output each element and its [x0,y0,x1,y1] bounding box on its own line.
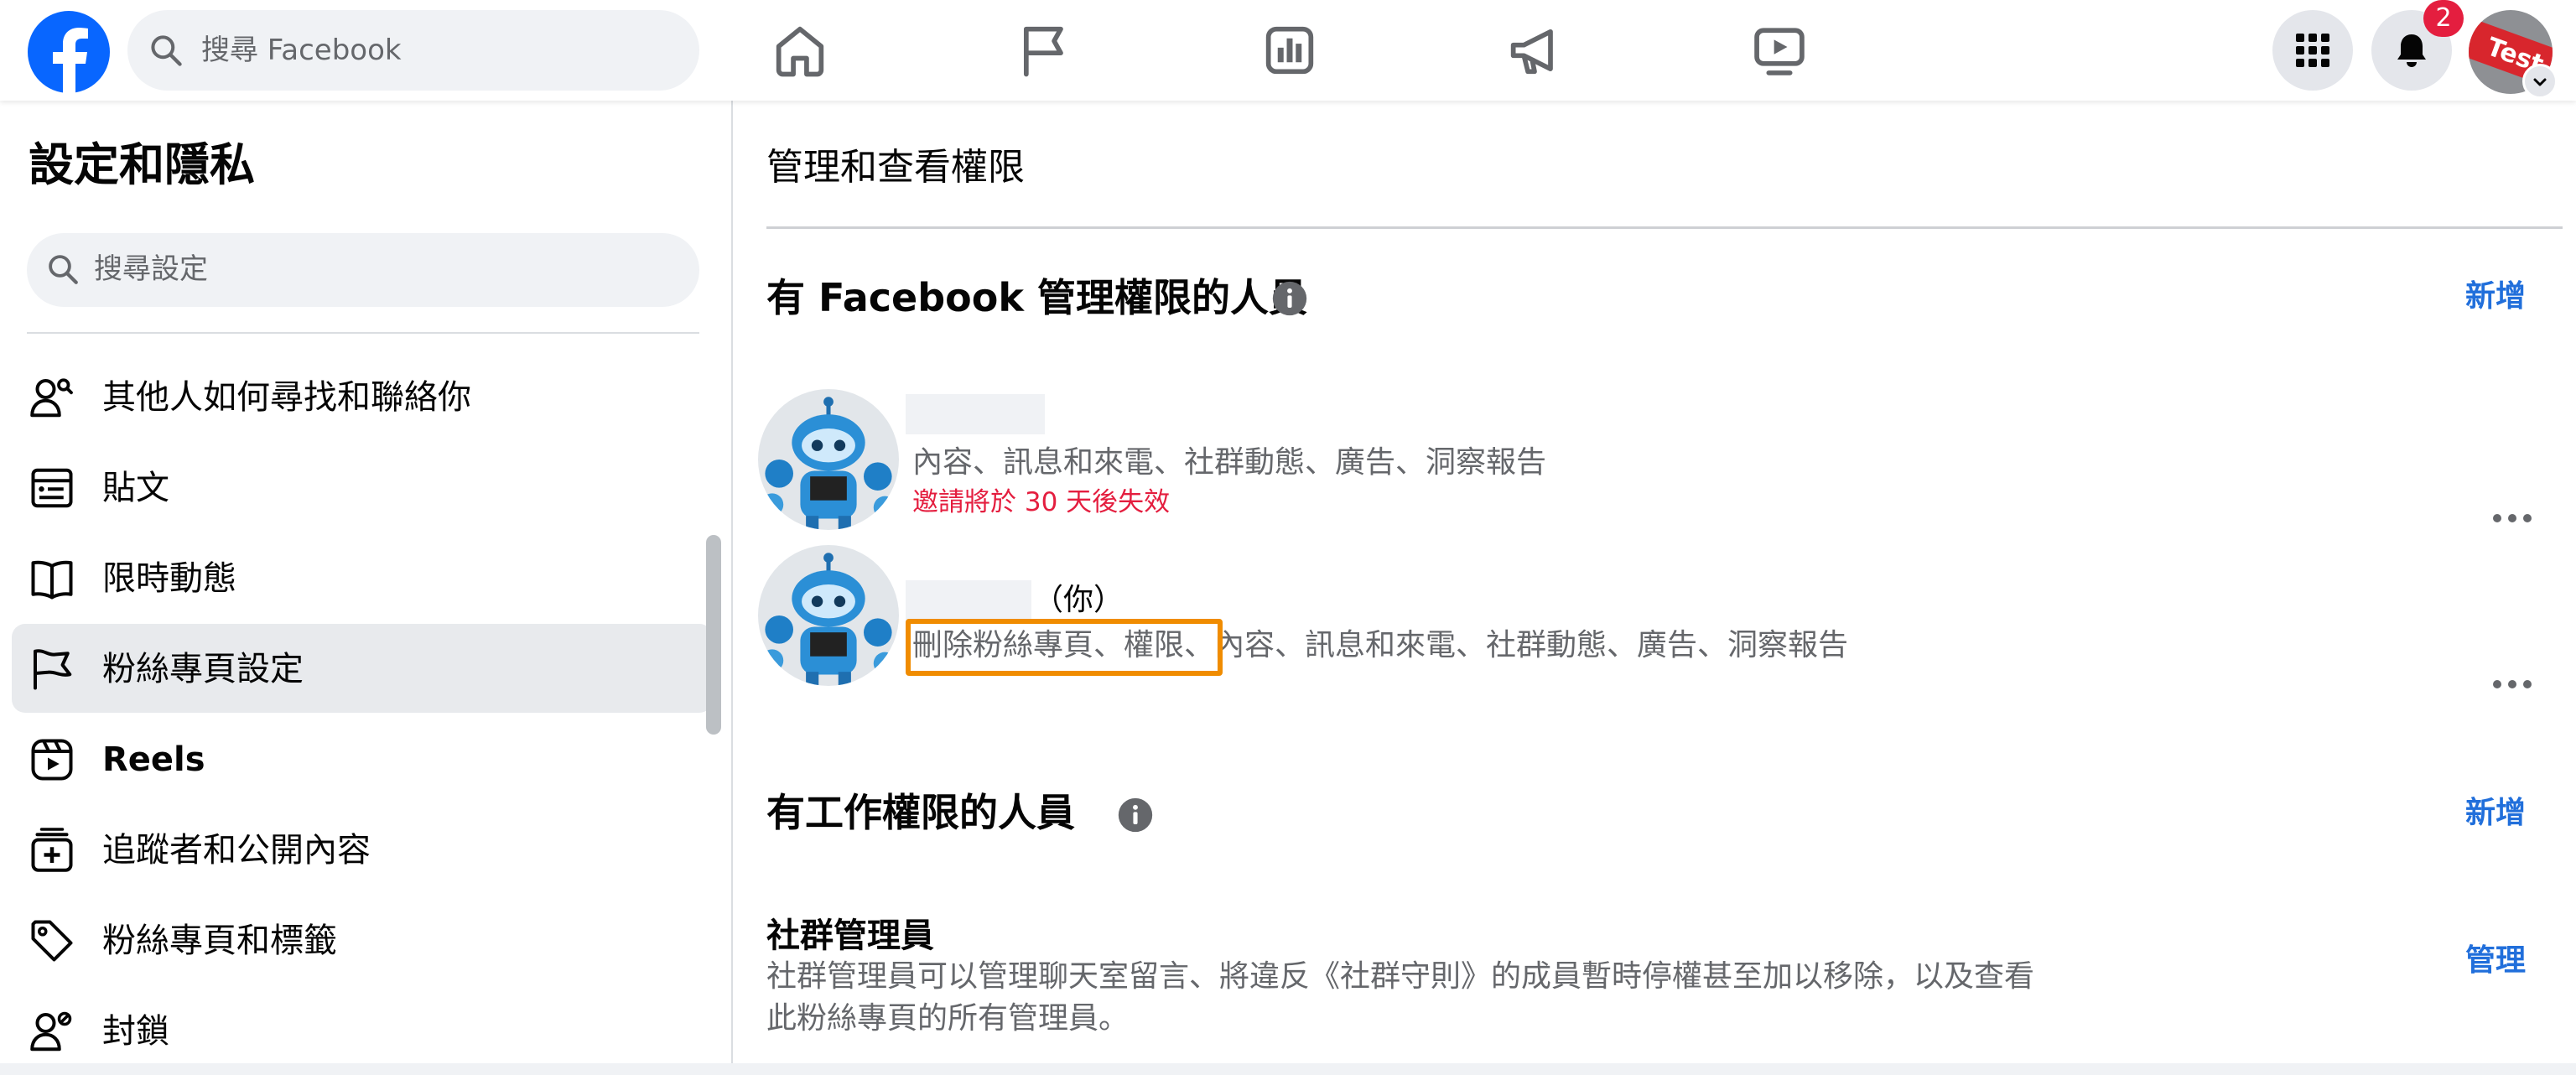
people-search-icon [30,378,73,418]
sidebar-title: 設定和隱私 [29,138,255,191]
sidebar-item-label: 粉絲專頁和標籤 [102,922,337,960]
info-icon[interactable] [1271,280,1308,317]
page-title: 管理和查看權限 [766,146,1025,189]
facebook-logo-icon[interactable] [27,10,111,94]
person-avatar [758,389,899,530]
title-divider [766,226,2563,229]
flag-icon[interactable] [1013,18,1077,82]
you-label: （你） [1033,583,1124,617]
person-name-redacted [906,580,1031,621]
home-icon[interactable] [768,18,832,82]
sidebar-item-page-settings[interactable]: 粉絲專頁設定 [12,624,713,713]
video-icon[interactable] [1748,18,1811,82]
menu-grid-icon [2296,34,2329,67]
search-icon [151,35,182,66]
bell-icon [2397,34,2426,67]
sidebar-item-label: 其他人如何尋找和聯絡你 [102,378,471,417]
flag-icon [34,649,72,690]
tag-icon [31,920,73,962]
sidebar-item-stories[interactable]: 限時動態 [12,533,713,622]
megaphone-icon[interactable] [1503,18,1566,82]
sidebar-item-label: 封鎖 [102,1012,169,1051]
sidebar-item-find-contact[interactable]: 其他人如何尋找和聯絡你 [12,352,713,441]
sidebar-item-label: 粉絲專頁設定 [102,650,304,688]
other-permissions: 、內容、訊息和來電、社群動態、廣告、洞察報告 [1184,628,1849,662]
sidebar-item-label: Reels [102,740,205,779]
block-user-icon [30,1011,72,1052]
more-options-icon[interactable] [2492,678,2532,691]
facebook-access-section-title: 有 Facebook 管理權限的人員 [766,275,1307,320]
search-icon [49,255,78,284]
search-placeholder: 搜尋 Facebook [201,34,402,67]
manage-role-button[interactable]: 管理 [2465,941,2526,981]
sidebar-item-label: 追蹤者和公開內容 [102,831,371,870]
sidebar-item-label: 限時動態 [102,559,236,598]
settings-sidebar: 設定和隱私 搜尋設定 其他人如何尋找和聯絡你 貼文 限時動態 粉絲專頁設定 Re… [0,101,733,1063]
sidebar-item-blocking[interactable]: 封鎖 [12,986,713,1075]
sidebar-item-pages-tags[interactable]: 粉絲專頁和標籤 [12,896,713,984]
role-title: 社群管理員 [766,917,934,955]
person-avatar [758,545,899,686]
add-follow-icon [31,828,73,872]
role-description: 社群管理員可以管理聊天室留言、將違反《社群守則》的成員暫時停權甚至加以移除，以及… [766,959,2035,1036]
sidebar-item-label: 貼文 [102,469,169,507]
sidebar-item-followers[interactable]: 追蹤者和公開內容 [12,805,713,894]
reels-icon [31,739,73,781]
facebook-search-input[interactable]: 搜尋 Facebook [127,10,699,91]
invite-expiry-note: 邀請將於 30 天後失效 [912,487,1171,517]
account-menu-chevron-icon[interactable] [2522,64,2558,99]
add-task-access-button[interactable]: 新增 [2465,793,2526,834]
info-icon[interactable] [1117,797,1154,834]
person-permissions: 內容、訊息和來電、社群動態、廣告、洞察報告 [912,445,1547,480]
more-options-icon[interactable] [2492,512,2532,525]
sidebar-scrollbar[interactable] [706,535,721,735]
post-icon [31,468,73,508]
top-navigation-bar: 搜尋 Facebook 2 Test [0,0,2576,101]
sidebar-divider [27,332,699,334]
book-icon [31,560,73,600]
sidebar-item-reels[interactable]: Reels [12,714,713,803]
sidebar-item-posts[interactable]: 貼文 [12,443,713,532]
add-facebook-access-button[interactable]: 新增 [2465,277,2526,317]
highlight-annotation-box [906,619,1223,676]
settings-search-placeholder: 搜尋設定 [94,252,208,286]
settings-search-input[interactable]: 搜尋設定 [27,233,699,307]
task-access-section-title: 有工作權限的人員 [766,790,1075,835]
notification-count-badge: 2 [2423,0,2464,37]
insights-icon[interactable] [1258,18,1322,82]
menu-button[interactable] [2272,10,2353,91]
person-name-redacted [906,394,1045,434]
main-content: 管理和查看權限 有 Facebook 管理權限的人員 新增 內容、訊息和來電、社… [733,101,2576,1063]
